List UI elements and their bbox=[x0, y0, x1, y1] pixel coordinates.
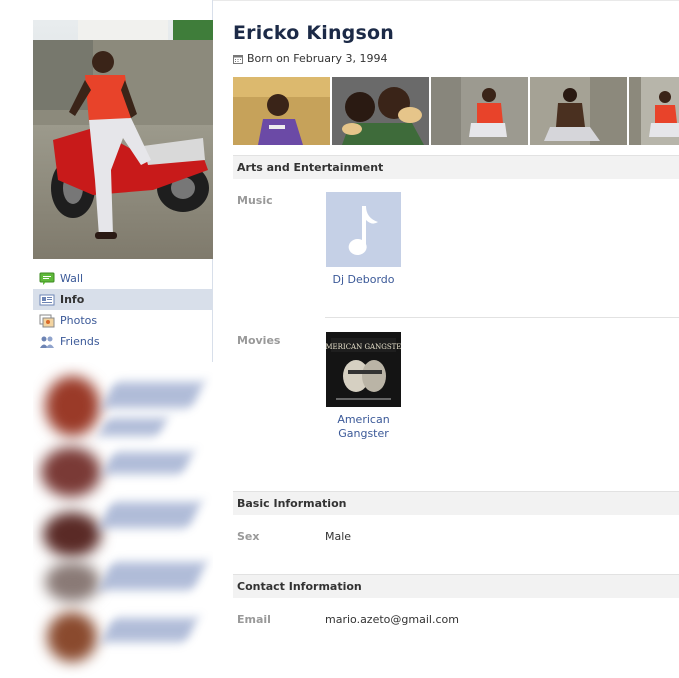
movie-item-line1: American bbox=[337, 413, 390, 426]
nav-item-photos[interactable]: Photos bbox=[33, 310, 213, 331]
nav-label-wall: Wall bbox=[60, 272, 84, 285]
email-value: mario.azeto@gmail.com bbox=[325, 613, 459, 626]
movie-poster: AMERICAN GANGSTER bbox=[326, 332, 401, 407]
divider bbox=[325, 317, 679, 318]
nav-label-photos: Photos bbox=[60, 314, 98, 327]
section-header-contact: Contact Information bbox=[233, 574, 679, 598]
sex-value: Male bbox=[325, 530, 352, 543]
friends-icon bbox=[39, 335, 55, 349]
blurred-friends-list bbox=[33, 362, 213, 678]
photo-thumbnail[interactable] bbox=[530, 77, 627, 145]
movie-item-name[interactable]: American Gangster bbox=[326, 413, 401, 441]
nav-item-wall[interactable]: Wall bbox=[33, 268, 213, 289]
music-note-icon bbox=[326, 192, 401, 267]
movie-item-line2: Gangster bbox=[338, 427, 389, 440]
top-border bbox=[213, 0, 679, 1]
music-label: Music bbox=[237, 194, 273, 207]
calendar-icon bbox=[233, 54, 243, 64]
music-item-name[interactable]: Dj Debordo bbox=[326, 273, 401, 287]
nav-item-info[interactable]: Info bbox=[33, 289, 213, 310]
nav-item-friends[interactable]: Friends bbox=[33, 331, 213, 352]
photo-thumbnail[interactable] bbox=[629, 77, 679, 145]
photo-thumbnail[interactable] bbox=[233, 77, 330, 145]
photo-strip bbox=[233, 77, 679, 145]
birthday-line: Born on February 3, 1994 bbox=[233, 52, 388, 65]
poster-title: AMERICAN GANGSTER bbox=[326, 343, 401, 351]
wall-icon bbox=[39, 272, 55, 286]
profile-nav: Wall Info Photos Friends bbox=[33, 268, 213, 352]
movies-label: Movies bbox=[237, 334, 281, 347]
movie-tile[interactable]: AMERICAN GANGSTER American Gangster bbox=[326, 332, 401, 441]
section-header-basic: Basic Information bbox=[233, 491, 679, 515]
nav-label-info: Info bbox=[60, 293, 85, 306]
birthday-text: Born on February 3, 1994 bbox=[247, 52, 388, 65]
profile-name: Ericko Kingson bbox=[233, 22, 394, 44]
profile-photo[interactable] bbox=[33, 20, 213, 259]
info-icon bbox=[39, 293, 55, 307]
music-tile[interactable]: Dj Debordo bbox=[326, 192, 401, 287]
left-column: Wall Info Photos Friends bbox=[33, 0, 213, 678]
email-label: Email bbox=[237, 613, 271, 626]
photo-thumbnail[interactable] bbox=[431, 77, 528, 145]
nav-label-friends: Friends bbox=[60, 335, 100, 348]
photo-thumbnail[interactable] bbox=[332, 77, 429, 145]
photos-icon bbox=[39, 314, 55, 328]
sex-label: Sex bbox=[237, 530, 260, 543]
section-header-arts: Arts and Entertainment bbox=[233, 155, 679, 179]
